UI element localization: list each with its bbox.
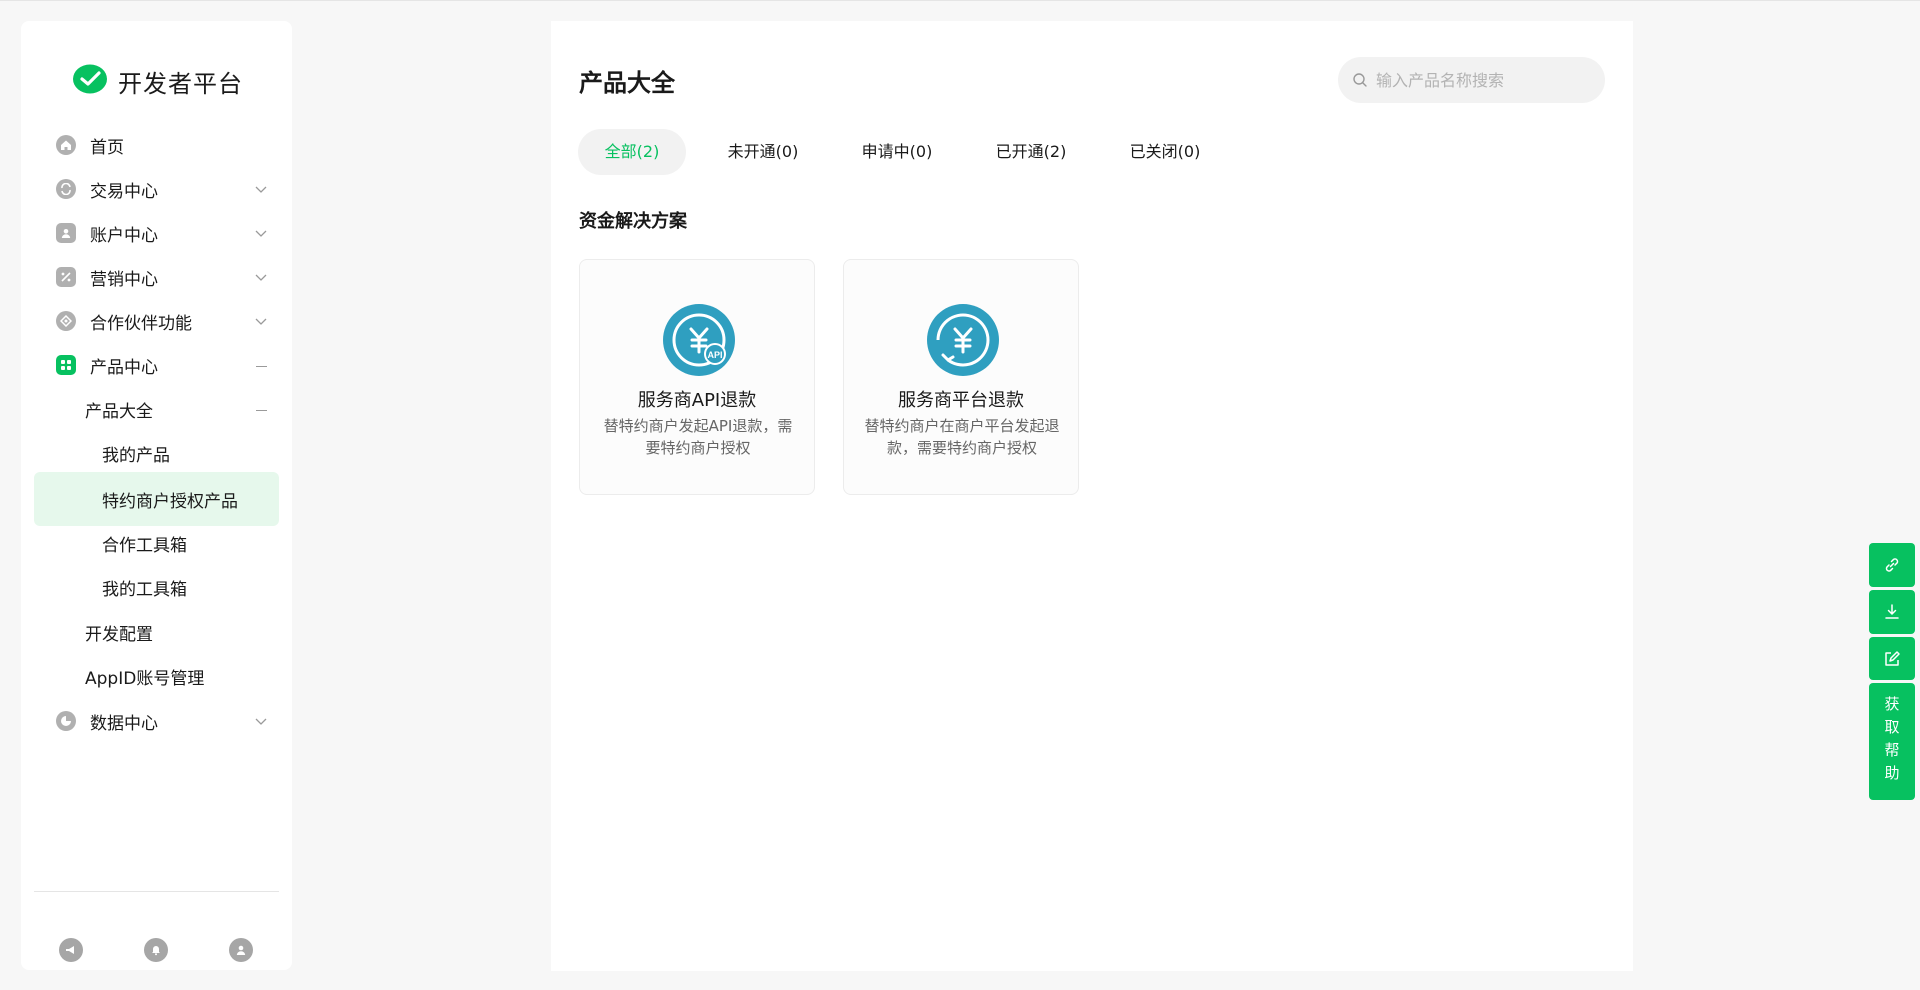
yuan-api-icon: API [663,304,735,376]
account-icon [56,223,76,243]
logo[interactable]: 开发者平台 [72,61,243,101]
sidebar-item-label: 数据中心 [90,713,158,734]
chart-icon [56,711,76,731]
sidebar-divider [34,891,279,892]
tab-activated[interactable]: 已开通(2) [974,129,1088,175]
user-icon[interactable] [229,938,253,962]
sidebar-item-label: 产品中心 [90,357,158,378]
sidebar-item-home[interactable]: 首页 [34,120,279,170]
svg-text:API: API [707,350,722,360]
chevron-down-icon [255,274,267,281]
sidebar-item-partner-functions[interactable]: 合作伙伴功能 [34,296,279,346]
chevron-down-icon [255,230,267,237]
download-icon [1885,604,1899,619]
sidebar-item-marketing-center[interactable]: 营销中心 [34,252,279,302]
link-button[interactable] [1869,543,1915,587]
sidebar-item-label: 我的产品 [102,445,170,466]
sidebar-item-my-toolbox[interactable]: 我的工具箱 [34,562,279,612]
grid-icon [56,355,76,375]
link-icon [1885,558,1899,572]
edit-icon [1885,650,1900,666]
edit-button[interactable] [1869,637,1915,680]
collapse-icon [256,366,267,367]
chevron-down-icon [255,186,267,193]
announcement-icon[interactable] [59,938,83,962]
sidebar-item-dev-config[interactable]: 开发配置 [34,607,279,657]
product-card-name: 服务商API退款 [637,390,757,411]
sidebar-item-label: 账户中心 [90,225,158,246]
main-panel: 产品大全 全部(2) 未开通(0) 申请中(0) 已开通(2) 已关闭(0) 资… [551,21,1633,971]
tab-applying[interactable]: 申请中(0) [840,129,954,175]
section-title: 资金解决方案 [579,211,687,232]
page-title: 产品大全 [579,69,675,97]
wechat-pay-logo-icon [73,64,107,94]
sidebar-item-account-center[interactable]: 账户中心 [34,208,279,258]
product-card-desc: 替特约商户在商户平台发起退款，需要特约商户授权 [864,417,1060,457]
sidebar-item-label: AppID账号管理 [85,668,205,689]
sidebar-item-partner-toolbox[interactable]: 合作工具箱 [34,518,279,568]
search-input[interactable] [1376,70,1576,90]
sidebar: 开发者平台 首页 交易中心 账户中心 营销中心 合作伙伴功能 产品中心 产品大全… [21,21,292,970]
sidebar-item-my-products[interactable]: 我的产品 [34,428,279,478]
product-card-desc: 替特约商户发起API退款，需要特约商户授权 [603,417,793,457]
sidebar-item-label: 开发配置 [85,624,153,645]
sidebar-item-label: 产品大全 [85,401,153,422]
search-icon [1353,73,1367,87]
sidebar-item-label: 交易中心 [90,181,158,202]
exchange-icon [56,179,76,199]
chevron-down-icon [255,318,267,325]
tab-closed[interactable]: 已关闭(0) [1108,129,1222,175]
tab-not-activated[interactable]: 未开通(0) [706,129,820,175]
download-button[interactable] [1869,590,1915,634]
product-card[interactable]: API 服务商API退款 替特约商户发起API退款，需要特约商户授权 [579,259,815,495]
discount-icon [56,267,76,287]
tab-all[interactable]: 全部(2) [578,129,686,175]
sidebar-item-appid-management[interactable]: AppID账号管理 [34,651,279,701]
sidebar-item-label: 特约商户授权产品 [102,491,238,512]
product-card-name: 服务商平台退款 [898,390,1024,411]
sidebar-item-label: 合作伙伴功能 [90,313,192,334]
collapse-icon [256,410,267,411]
get-help-button[interactable]: 获取帮助 [1869,683,1915,800]
partner-icon [56,311,76,331]
sidebar-item-product-center[interactable]: 产品中心 [34,340,279,390]
top-border [0,0,1920,1]
notification-icon[interactable] [144,938,168,962]
sidebar-item-data-center[interactable]: 数据中心 [34,696,279,746]
logo-text: 开发者平台 [118,69,243,98]
sidebar-item-label: 合作工具箱 [102,535,187,556]
sidebar-item-trade-center[interactable]: 交易中心 [34,164,279,214]
home-icon [56,135,76,155]
yuan-refund-icon [927,304,999,376]
search-box[interactable] [1338,57,1605,103]
sidebar-item-label: 首页 [90,137,124,158]
sidebar-item-all-products[interactable]: 产品大全 [34,384,279,434]
product-card[interactable]: 服务商平台退款 替特约商户在商户平台发起退款，需要特约商户授权 [843,259,1079,495]
sidebar-item-label: 我的工具箱 [102,579,187,600]
sidebar-item-label: 营销中心 [90,269,158,290]
chevron-down-icon [255,718,267,725]
